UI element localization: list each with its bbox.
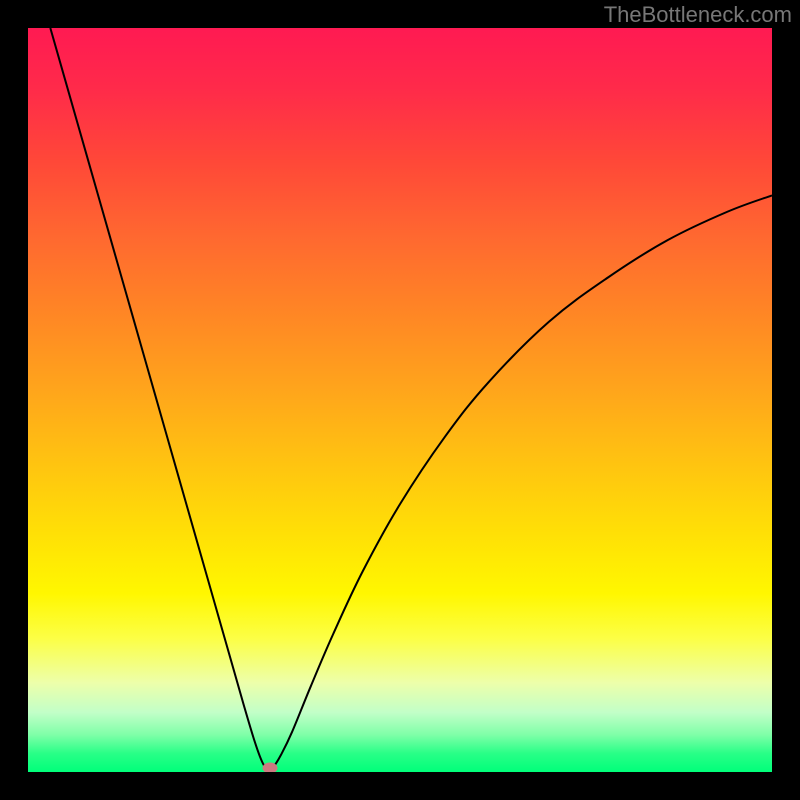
optimum-marker-icon xyxy=(262,762,277,772)
bottleneck-curve xyxy=(28,28,772,772)
watermark-text: TheBottleneck.com xyxy=(604,2,792,28)
plot-area xyxy=(28,28,772,772)
chart-frame: TheBottleneck.com xyxy=(0,0,800,800)
